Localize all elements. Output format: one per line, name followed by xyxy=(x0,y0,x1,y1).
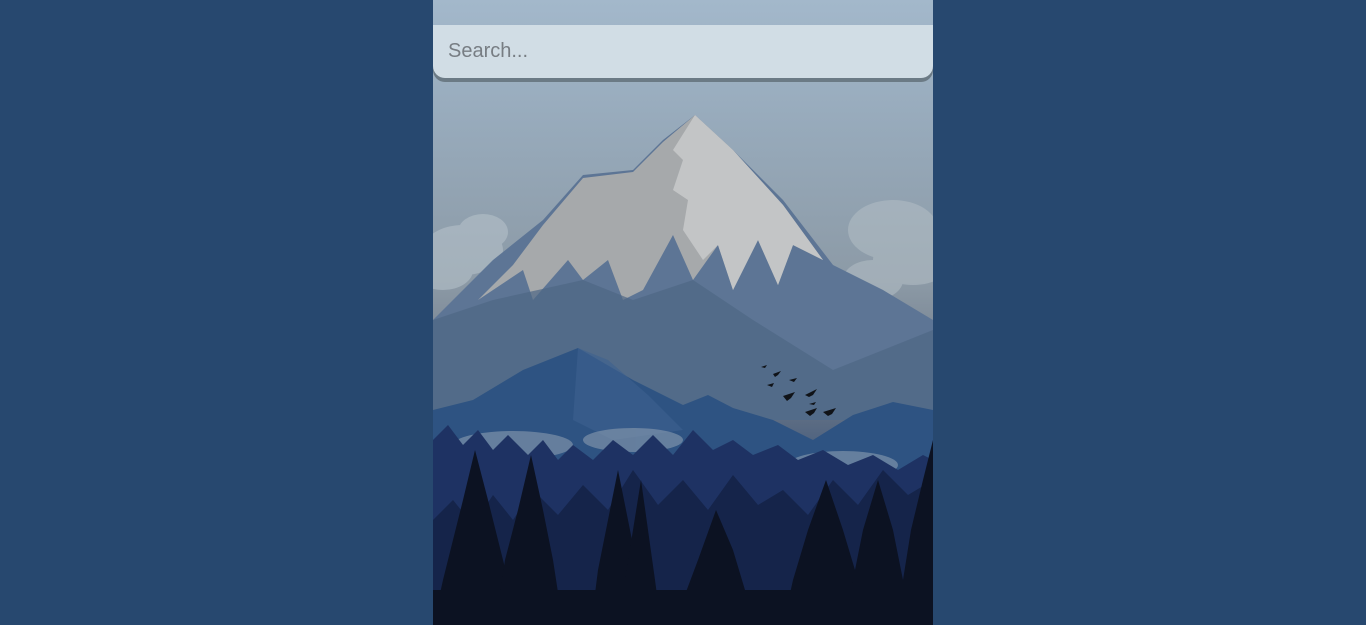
mountain-landscape-background xyxy=(433,115,933,625)
search-bar xyxy=(433,25,933,78)
app-container xyxy=(433,0,933,625)
search-input[interactable] xyxy=(433,25,933,78)
